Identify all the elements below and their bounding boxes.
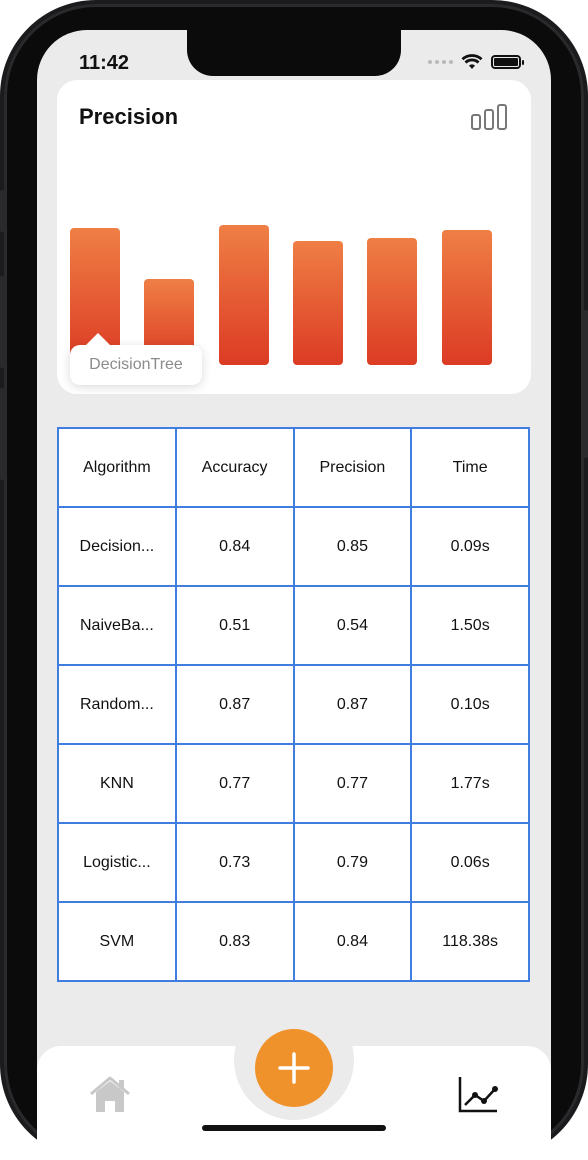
status-time: 11:42	[79, 52, 130, 74]
table-cell: 0.87	[292, 664, 413, 745]
wifi-icon	[461, 54, 483, 69]
table-cell: 1.50s	[410, 585, 530, 666]
bar-logisticregression[interactable]	[367, 238, 418, 365]
table-cell: 0.83	[174, 901, 295, 982]
table-cell: 0.84	[174, 506, 295, 587]
results-table: Algorithm Accuracy Precision Time Decision..…	[57, 427, 530, 982]
home-icon[interactable]	[87, 1074, 133, 1114]
tooltip-label: DecisionTree	[89, 356, 183, 373]
table-header-cell: Time	[410, 427, 530, 508]
screen: 11:42 Precision DecisionTree Algorithm A…	[37, 30, 551, 1160]
table-row[interactable]: Decision... 0.84 0.85 0.09s	[57, 506, 530, 587]
battery-icon	[491, 55, 524, 69]
table-row[interactable]: Random... 0.87 0.87 0.10s	[57, 664, 530, 745]
line-graph-icon[interactable]	[457, 1074, 499, 1114]
chart-tooltip: DecisionTree	[70, 333, 202, 385]
table-header-cell: Precision	[292, 427, 413, 508]
phone-frame: 11:42 Precision DecisionTree Algorithm A…	[0, 0, 588, 1160]
table-row[interactable]: Logistic... 0.73 0.79 0.06s	[57, 822, 530, 903]
side-button	[0, 276, 5, 368]
table-cell: NaiveBa...	[57, 585, 177, 666]
table-cell: 118.38s	[410, 901, 530, 982]
side-button	[0, 190, 5, 232]
signal-icon	[428, 60, 453, 64]
table-cell: SVM	[57, 901, 177, 982]
table-header-cell: Accuracy	[174, 427, 295, 508]
table-cell: 0.54	[292, 585, 413, 666]
table-cell: Random...	[57, 664, 177, 745]
table-cell: Logistic...	[57, 822, 177, 903]
add-button[interactable]	[255, 1029, 333, 1107]
side-button	[583, 310, 588, 458]
table-cell: KNN	[57, 743, 177, 824]
table-header-cell: Algorithm	[57, 427, 177, 508]
table-header-row: Algorithm Accuracy Precision Time	[57, 427, 530, 508]
table-cell: 0.10s	[410, 664, 530, 745]
table-row[interactable]: NaiveBa... 0.51 0.54 1.50s	[57, 585, 530, 666]
table-cell: 0.84	[292, 901, 413, 982]
table-cell: 0.87	[174, 664, 295, 745]
home-indicator	[202, 1125, 386, 1131]
table-cell: 0.06s	[410, 822, 530, 903]
precision-card: Precision DecisionTree	[57, 80, 531, 394]
table-cell: 0.85	[292, 506, 413, 587]
table-cell: 0.51	[174, 585, 295, 666]
table-cell: 0.77	[292, 743, 413, 824]
table-cell: 0.09s	[410, 506, 530, 587]
table-cell: 0.73	[174, 822, 295, 903]
notch	[187, 30, 401, 76]
bar-svm[interactable]	[441, 229, 492, 365]
table-cell: 0.77	[174, 743, 295, 824]
side-button	[0, 388, 5, 480]
table-row[interactable]: SVM 0.83 0.84 118.38s	[57, 901, 530, 982]
table-cell: Decision...	[57, 506, 177, 587]
status-icons	[428, 54, 524, 70]
table-cell: 1.77s	[410, 743, 530, 824]
bar-knn[interactable]	[292, 241, 343, 365]
bar-randomforest[interactable]	[218, 225, 269, 365]
plus-icon	[278, 1052, 310, 1084]
table-row[interactable]: KNN 0.77 0.77 1.77s	[57, 743, 530, 824]
table-cell: 0.79	[292, 822, 413, 903]
